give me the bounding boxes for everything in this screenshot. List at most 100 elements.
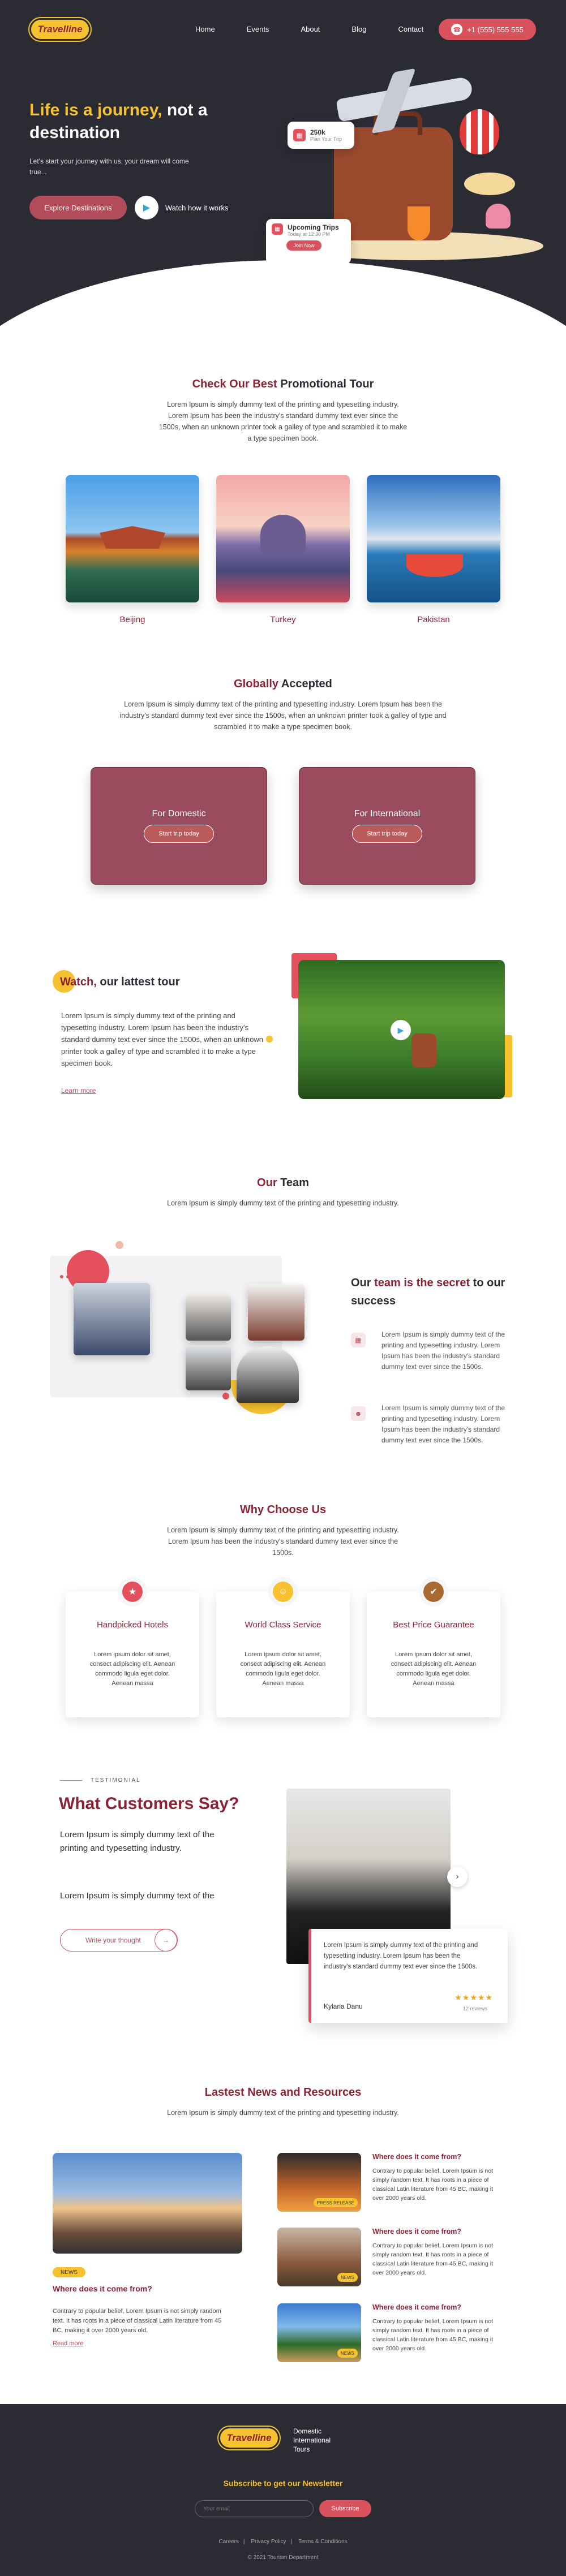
- promo-label[interactable]: Pakistan: [367, 615, 500, 624]
- news-text: Contrary to popular belief, Lorem Ipsum …: [372, 2242, 494, 2276]
- promo-label[interactable]: Turkey: [216, 615, 350, 624]
- review-count: 12 reviews: [462, 2006, 487, 2011]
- hero-illustration: ▦ 250k Plan Your Trip ▦ Upcoming Trips T…: [266, 76, 543, 274]
- watch-how-it-works[interactable]: ▶ Watch how it works: [135, 196, 229, 219]
- team-section: Our Team Lorem Ipsum is simply dummy tex…: [0, 1177, 566, 1444]
- news-thumbnail[interactable]: PRESS RELEASE: [277, 2153, 361, 2212]
- global-cards: For Domestic Start trip today For Intern…: [91, 767, 475, 885]
- nav-about[interactable]: About: [301, 25, 320, 33]
- read-more-link[interactable]: Read more: [53, 2340, 242, 2347]
- news-thumbnail[interactable]: NEWS: [277, 2303, 361, 2362]
- tour-video-thumbnail[interactable]: ▶: [298, 960, 505, 1099]
- footer-link-international[interactable]: International: [293, 2436, 331, 2445]
- news-item[interactable]: NEWS Where does it come from? Contrary t…: [277, 2303, 515, 2366]
- phone-button[interactable]: ☎ +1 (555) 555 555: [439, 19, 536, 40]
- footer-link-terms[interactable]: Terms & Conditions: [298, 2539, 348, 2545]
- nav-events[interactable]: Events: [247, 25, 269, 33]
- news-section: Lastest News and Resources Lorem Ipsum i…: [0, 2086, 566, 2362]
- shell-icon: [486, 204, 511, 229]
- news-badge: NEWS: [53, 2267, 85, 2277]
- international-card[interactable]: For International Start trip today: [299, 767, 475, 885]
- news-featured-image[interactable]: [53, 2153, 242, 2254]
- arrow-right-icon[interactable]: →: [155, 1929, 177, 1952]
- section-title: Lastest News and Resources: [204, 2086, 362, 2099]
- kicker-text: TESTIMONIAL: [91, 1777, 141, 1784]
- news-item[interactable]: NEWS Where does it come from? Contrary t…: [277, 2228, 515, 2290]
- play-icon[interactable]: ▶: [391, 1020, 411, 1040]
- upcoming-trips-card: ▦ Upcoming Trips Today at 12:30 PM Join …: [266, 219, 351, 264]
- promo-card-beijing[interactable]: Beijing: [66, 475, 199, 624]
- cocktail-icon: [408, 206, 430, 240]
- news-title[interactable]: Where does it come from?: [372, 2303, 461, 2311]
- title-rest: Promotional Tour: [277, 378, 374, 390]
- footer-links: Domestic International Tours: [293, 2427, 331, 2454]
- why-card-service[interactable]: ☺ World Class Service Lorem ipsum dolor …: [216, 1577, 350, 1717]
- boat-shape: [406, 554, 463, 577]
- promotional-tour-section: Check Our Best Promotional Tour Lorem Ip…: [0, 378, 566, 624]
- footer-link-privacy[interactable]: Privacy Policy: [251, 2539, 286, 2545]
- news-item[interactable]: PRESS RELEASE Where does it come from? C…: [277, 2153, 515, 2215]
- start-trip-button[interactable]: Start trip today: [144, 825, 214, 843]
- why-card-price[interactable]: ✔ Best Price Guarantee Lorem ipsum dolor…: [367, 1577, 500, 1717]
- promo-label[interactable]: Beijing: [66, 615, 199, 624]
- team-feature: ☻ Lorem Ipsum is simply dummy text of th…: [351, 1403, 509, 1446]
- copyright: © 2021 Tourism Department: [247, 2555, 319, 2561]
- section-title: Watch, our lattest tour: [60, 976, 180, 989]
- team-collage: [50, 1239, 321, 1431]
- news-text: Contrary to popular belief, Lorem Ipsum …: [372, 2168, 494, 2202]
- nav-blog[interactable]: Blog: [351, 25, 366, 33]
- section-description: Lorem Ipsum is simply dummy text of the …: [167, 1199, 399, 1207]
- news-title[interactable]: Where does it come from?: [372, 2228, 461, 2235]
- team-feature-text: Lorem Ipsum is simply dummy text of the …: [381, 1330, 505, 1371]
- footer-link-careers[interactable]: Careers: [218, 2539, 239, 2545]
- section-description: Lorem Ipsum is simply dummy text of the …: [119, 700, 447, 731]
- news-featured[interactable]: NEWS Where does it come from? Contrary t…: [53, 2153, 242, 2347]
- hero-subtitle: Let's start your journey with us, your d…: [29, 157, 189, 176]
- why-card-text: Lorem ipsum dolor sit amet, consect adip…: [89, 1651, 175, 1687]
- promo-card-turkey[interactable]: Turkey: [216, 475, 350, 624]
- learn-more-link[interactable]: Learn more: [61, 1087, 96, 1095]
- team-photo: [74, 1283, 150, 1355]
- nav-home[interactable]: Home: [195, 25, 215, 33]
- testimonial-title: What Customers Say?: [59, 1794, 239, 1813]
- calendar-icon: ▦: [272, 223, 283, 235]
- section-text: Lorem Ipsum is simply dummy text of the …: [61, 1011, 263, 1067]
- write-thought-button[interactable]: Write your thought →: [60, 1929, 178, 1952]
- why-cards: ★ Handpicked Hotels Lorem ipsum dolor si…: [66, 1577, 500, 1717]
- pakistan-image[interactable]: [367, 475, 500, 602]
- testimonial-quote: Lorem Ipsum is simply dummy text of the …: [324, 1942, 478, 1970]
- watch-label: Watch how it works: [165, 203, 229, 212]
- star-icon: ★: [122, 1582, 143, 1602]
- upcoming-title: Upcoming Trips: [288, 223, 339, 231]
- upcoming-time: Today at 12:30 PM: [288, 231, 331, 237]
- testimonial-kicker: TESTIMONIAL: [60, 1777, 141, 1784]
- why-card-text: Lorem ipsum dolor sit amet, consect adip…: [391, 1651, 477, 1687]
- promo-card-pakistan[interactable]: Pakistan: [367, 475, 500, 624]
- email-input[interactable]: [195, 2500, 314, 2517]
- turkey-image[interactable]: [216, 475, 350, 602]
- explore-destinations-button[interactable]: Explore Destinations: [29, 196, 127, 219]
- section-description: Lorem Ipsum is simply dummy text of the …: [167, 1526, 399, 1557]
- news-title[interactable]: Where does it come from?: [53, 2284, 242, 2293]
- join-now-button[interactable]: Join Now: [286, 240, 321, 251]
- nav-contact[interactable]: Contact: [398, 25, 423, 33]
- section-description: Lorem Ipsum is simply dummy text of the …: [158, 400, 408, 442]
- footer-logo[interactable]: Travelline: [218, 2427, 280, 2449]
- news-title[interactable]: Where does it come from?: [372, 2153, 461, 2161]
- footer-link-domestic[interactable]: Domestic: [293, 2427, 331, 2436]
- news-badge: NEWS: [337, 2349, 358, 2358]
- why-card-hotels[interactable]: ★ Handpicked Hotels Lorem ipsum dolor si…: [66, 1577, 199, 1717]
- start-trip-button[interactable]: Start trip today: [352, 825, 422, 843]
- news-badge: NEWS: [337, 2273, 358, 2282]
- subscribe-button[interactable]: Subscribe: [319, 2500, 371, 2517]
- domestic-card[interactable]: For Domestic Start trip today: [91, 767, 267, 885]
- footer: Travelline Domestic International Tours …: [0, 2404, 566, 2576]
- beijing-image[interactable]: [66, 475, 199, 602]
- news-thumbnail[interactable]: NEWS: [277, 2228, 361, 2286]
- play-icon[interactable]: ▶: [135, 196, 158, 219]
- title-highlight: Globally: [234, 678, 279, 690]
- footer-link-tours[interactable]: Tours: [293, 2445, 331, 2454]
- hat-icon: [464, 173, 515, 195]
- logo[interactable]: Travelline: [29, 18, 91, 41]
- chevron-right-icon[interactable]: ›: [447, 1867, 468, 1887]
